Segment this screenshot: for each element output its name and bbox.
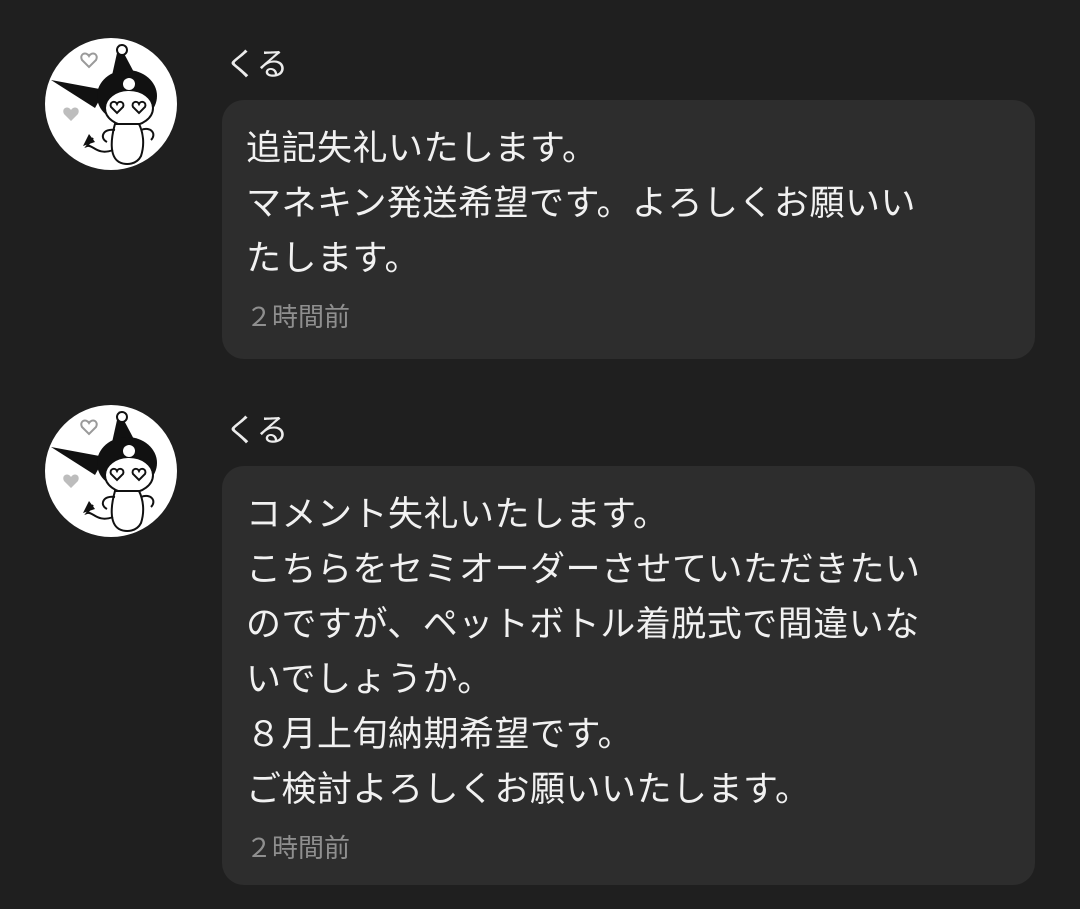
kuromi-avatar-icon[interactable] [45,405,177,537]
comment-username[interactable]: くる [225,410,288,450]
comment-bubble: コメント失礼いたします。 こちらをセミオーダーさせていただきたい のですが、ペッ… [222,466,1035,885]
kuromi-avatar-icon[interactable] [45,38,177,170]
comment-text-line: たします。 [246,239,421,279]
comment-timestamp: ２時間前 [246,303,351,333]
comment-text-line: コメント失礼いたします。 [246,495,669,535]
comment-timestamp: ２時間前 [246,834,351,864]
comment-bubble: 追記失礼いたします。 マネキン発送希望です。よろしくお願いい たします。 ２時間… [222,100,1035,359]
comment-text-line: 追記失礼いたします。 [246,129,598,169]
comment-text-line: いでしょうか。 [246,660,493,700]
comment-text-line: ご検討よろしくお願いいたします。 [246,770,811,810]
comment-text-line: のですが、ペットボトル着脱式で間違いな [246,605,920,645]
comment-text-line: ８月上旬納期希望です。 [246,715,634,755]
comment-list: くる 追記失礼いたします。 マネキン発送希望です。よろしくお願いい たします。 … [0,0,1080,909]
comment-text-line: マネキン発送希望です。よろしくお願いい [246,184,916,224]
comment-username[interactable]: くる [225,44,288,84]
comment-text-line: こちらをセミオーダーさせていただきたい [246,550,921,590]
